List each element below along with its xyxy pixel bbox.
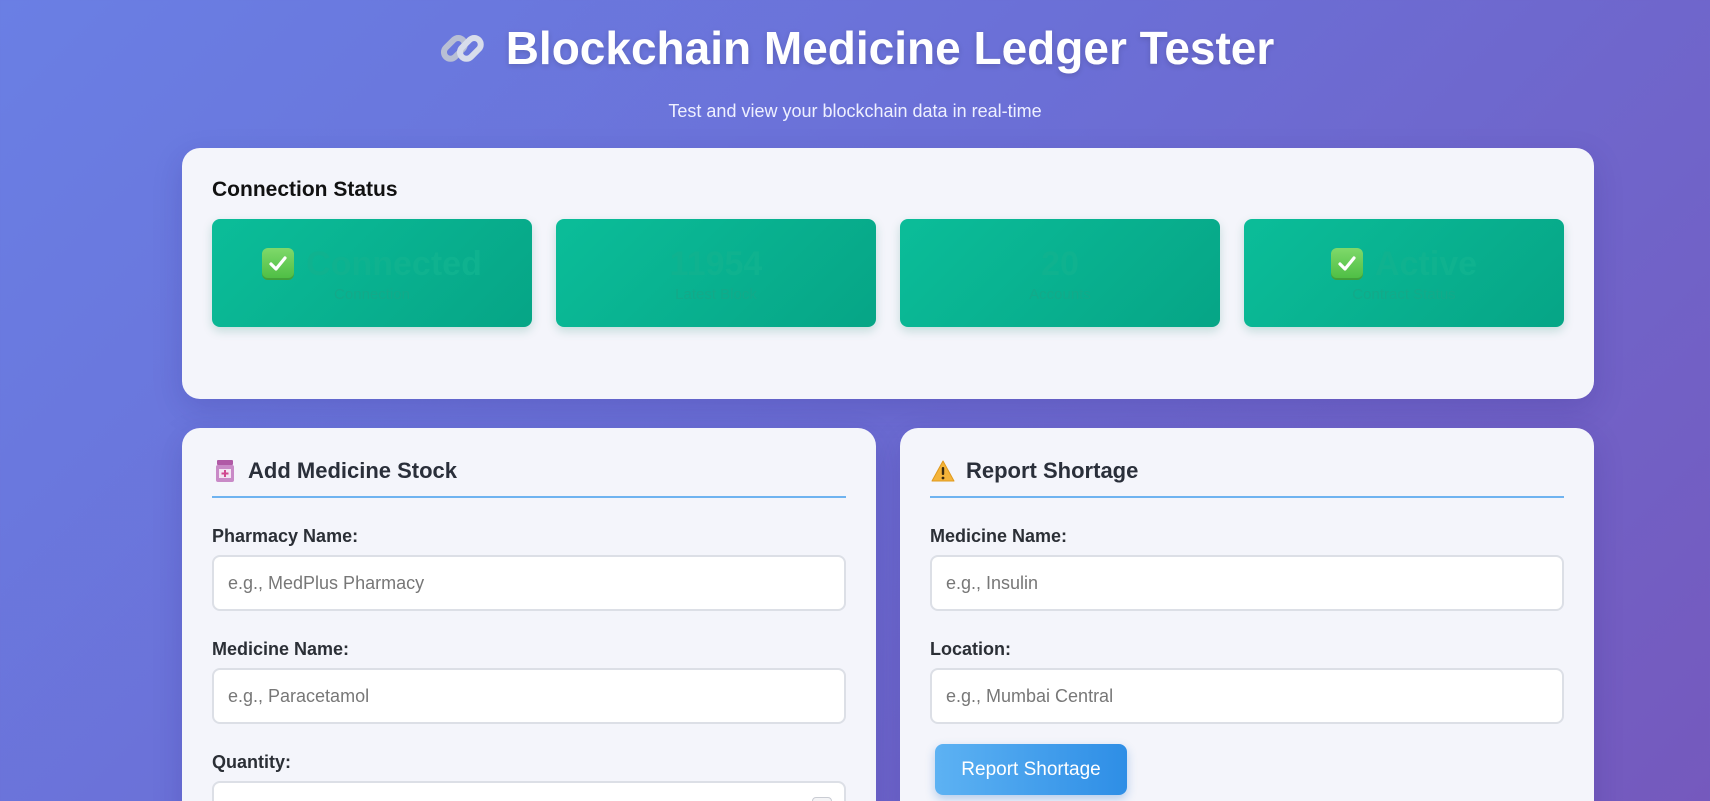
status-tiles: Connected Connection 11954 Latest Block … — [212, 219, 1564, 327]
medicine-name-input[interactable] — [212, 668, 846, 724]
add-medicine-heading: Add Medicine Stock — [212, 458, 846, 498]
quantity-input[interactable] — [212, 781, 846, 801]
status-tile-latest-block: 11954 Latest Block — [556, 219, 876, 327]
link-icon — [440, 34, 484, 62]
status-tile-accounts: 20 Accounts — [900, 219, 1220, 327]
check-icon — [1330, 247, 1363, 280]
contract-status-label: Contract Status — [1352, 285, 1456, 303]
medicine-name-label: Medicine Name: — [212, 639, 350, 659]
report-shortage-card: Report Shortage Medicine Name: Location:… — [900, 428, 1594, 801]
location-label: Location: — [930, 639, 1011, 659]
pharmacy-name-input[interactable] — [212, 555, 846, 611]
quantity-stepper[interactable]: ▲ ▼ — [812, 797, 832, 801]
connection-status-heading: Connection Status — [212, 178, 398, 201]
accounts-value: 20 — [1041, 244, 1079, 283]
connection-value: Connected — [306, 244, 482, 283]
page-header: Blockchain Medicine Ledger Tester Test a… — [0, 18, 1710, 122]
add-medicine-title: Add Medicine Stock — [248, 458, 458, 483]
latest-block-value: 11954 — [669, 244, 763, 283]
pharmacy-name-label: Pharmacy Name: — [212, 526, 359, 546]
report-shortage-heading: Report Shortage — [930, 458, 1564, 498]
accounts-label: Accounts — [1029, 285, 1091, 303]
page-title: Blockchain Medicine Ledger Tester — [505, 22, 1275, 74]
quantity-label: Quantity: — [212, 752, 291, 772]
warning-icon — [930, 458, 956, 484]
connection-status-card: Connection Status Connected Connection 1… — [182, 148, 1594, 399]
contract-status-value: Active — [1374, 244, 1478, 283]
page-title-row: Blockchain Medicine Ledger Tester — [436, 18, 1275, 78]
pill-bottle-icon — [212, 458, 238, 484]
report-shortage-title: Report Shortage — [966, 458, 1139, 483]
connection-label: Connection — [334, 285, 410, 303]
check-icon — [262, 247, 295, 280]
status-tile-connection: Connected Connection — [212, 219, 532, 327]
shortage-medicine-input[interactable] — [930, 555, 1564, 611]
report-shortage-button[interactable]: Report Shortage — [935, 744, 1127, 795]
status-tile-contract: Active Contract Status — [1244, 219, 1564, 327]
add-medicine-card: Add Medicine Stock Pharmacy Name: Medici… — [182, 428, 876, 801]
shortage-medicine-label: Medicine Name: — [930, 526, 1068, 546]
latest-block-label: Latest Block — [675, 285, 757, 303]
location-input[interactable] — [930, 668, 1564, 724]
page-subtitle: Test and view your blockchain data in re… — [668, 101, 1042, 121]
